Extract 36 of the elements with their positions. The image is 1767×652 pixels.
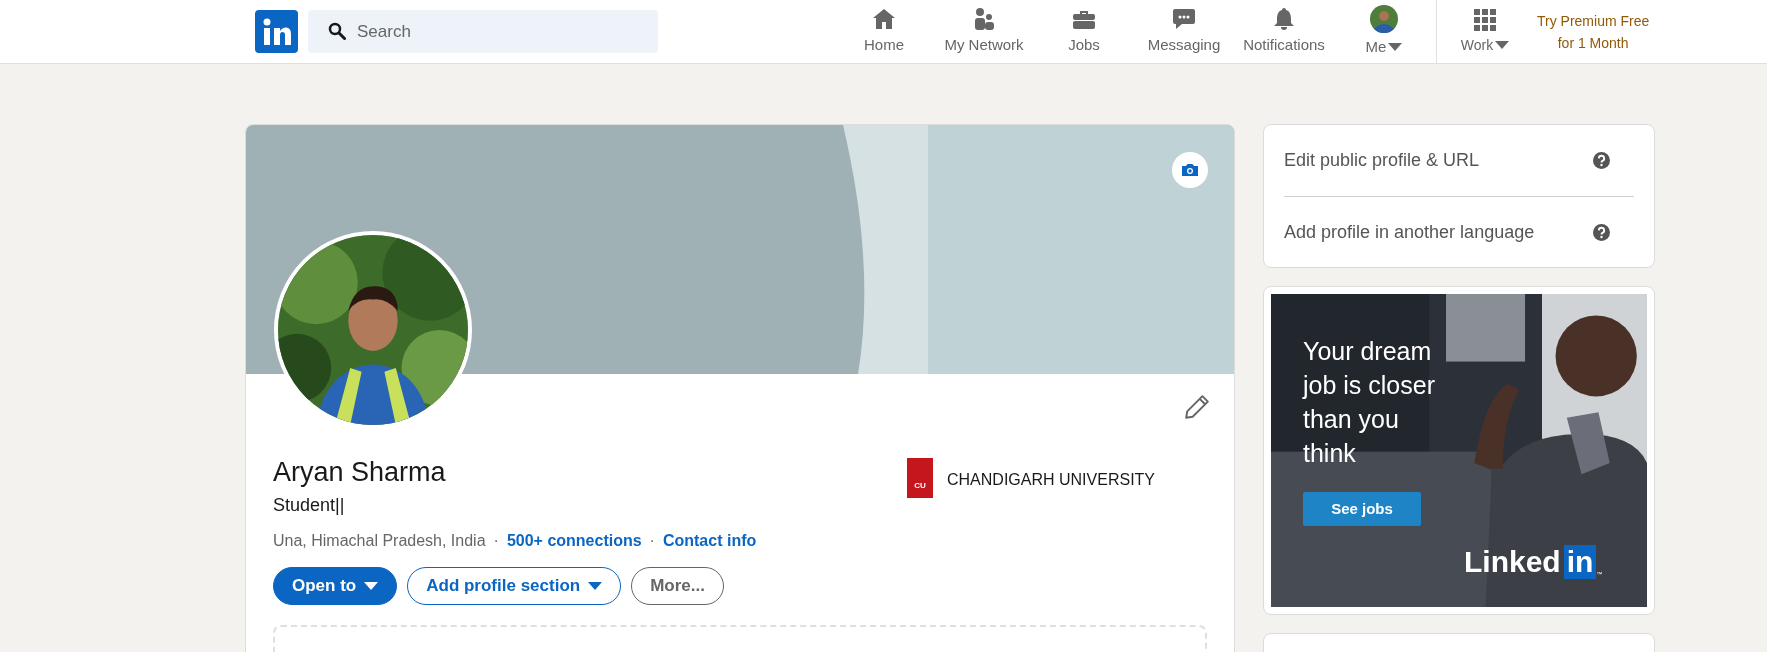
home-icon [871, 6, 897, 31]
nav-item[interactable]: Notifications [1234, 0, 1334, 63]
work-menu[interactable]: Work [1437, 0, 1533, 63]
help-icon [1593, 223, 1610, 241]
separator-dot: · [493, 531, 499, 551]
nav-item[interactable]: Me [1334, 0, 1434, 63]
separator-dot: · [649, 531, 655, 551]
university-logo: CU [907, 458, 933, 498]
profile-action-button[interactable]: More... [631, 567, 724, 605]
help-icon [1593, 152, 1610, 169]
profile-headline: Student|| [273, 494, 346, 517]
contact-info-link[interactable]: Contact info [662, 529, 757, 553]
university-name: CHANDIGARH UNIVERSITY [947, 470, 1156, 490]
nav-item[interactable]: Home [834, 0, 934, 63]
connections-link[interactable]: 500+ connections [506, 529, 642, 553]
sidebar-link[interactable]: Add profile in another language [1284, 218, 1535, 246]
search-field[interactable]: Search [308, 10, 658, 53]
camera-icon [1181, 163, 1199, 177]
sidebar-link[interactable]: Edit public profile & URL [1284, 147, 1480, 174]
search-icon [328, 22, 346, 40]
chat-bubble-icon [1171, 6, 1197, 31]
nav-item[interactable]: My Network [934, 0, 1034, 63]
premium-link[interactable]: Try Premium Free for 1 Month [1537, 9, 1650, 54]
see-jobs-button[interactable]: See jobs [1303, 492, 1421, 526]
avatar-icon [1370, 4, 1398, 33]
profile-action-button[interactable]: Add profile section [407, 567, 622, 605]
profile-action-button[interactable]: Open to [273, 567, 398, 605]
caret-icon [1495, 41, 1510, 49]
nav-item[interactable]: Jobs [1034, 0, 1134, 63]
profile-name: Aryan Sharma [273, 456, 447, 489]
ad-headline: Your dream job is closer than you think [1303, 336, 1436, 469]
location-text: Una, Himachal Pradesh, India [273, 531, 486, 551]
nav-item[interactable]: Messaging [1134, 0, 1234, 63]
edit-pencil-icon[interactable] [1184, 394, 1210, 420]
logo-icon[interactable] [255, 10, 298, 53]
grid-icon [1473, 7, 1497, 32]
